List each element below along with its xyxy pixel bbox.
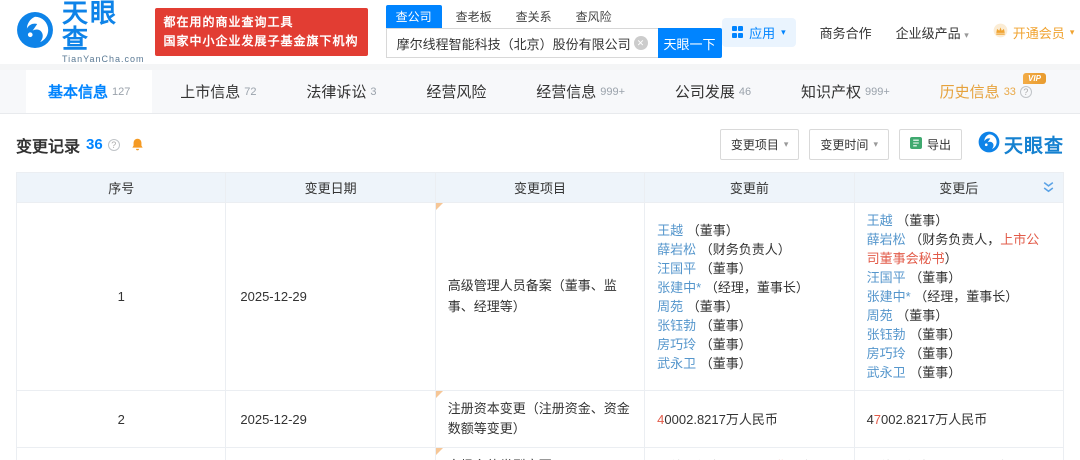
export-excel-icon	[910, 137, 922, 152]
person-link[interactable]: 张建中*	[867, 289, 911, 304]
table-row: 32025-12-29市场主体类型变更其他股份有限公司（非上市）其他股份有限公司…	[17, 448, 1064, 460]
person-link[interactable]: 房巧玲	[867, 346, 906, 361]
apps-grid-icon	[732, 26, 744, 38]
change-before: 王越 （董事）薛岩松 （财务负责人）汪国平 （董事）张建中* （经理，董事长）周…	[645, 203, 854, 391]
person-link[interactable]: 房巧玲	[657, 337, 696, 352]
change-item: 注册资本变更（注册资金、资金数额等变更）	[435, 391, 644, 448]
crown-icon	[993, 23, 1008, 41]
change-date: 2025-12-29	[226, 391, 435, 448]
tab-上市信息[interactable]: 上市信息72	[158, 70, 278, 113]
change-after: 47002.8217万人民币	[854, 391, 1063, 448]
person-link[interactable]: 王越	[867, 213, 893, 228]
person-link[interactable]: 薛岩松	[867, 232, 906, 247]
search-category-tabs: 查公司查老板查关系查风险	[386, 6, 722, 28]
logo-subtitle: TianYanCha.com	[62, 55, 145, 64]
filter-change-item-button[interactable]: 变更项目 ▾	[720, 129, 800, 160]
change-records-table: 序号变更日期变更项目变更前变更后 12025-12-29高级管理人员备案（董事、…	[16, 172, 1064, 460]
clear-icon[interactable]: ✕	[634, 36, 648, 50]
change-records-panel: 变更记录 36 ? 变更项目 ▾ 变更时间 ▾ 导出	[0, 114, 1080, 460]
tab-知识产权[interactable]: 知识产权999+	[779, 70, 912, 113]
help-icon[interactable]: ?	[108, 139, 120, 151]
filter-change-time-button[interactable]: 变更时间 ▾	[809, 129, 889, 160]
row-index: 2	[17, 391, 226, 448]
change-before: 其他股份有限公司（非上市）	[645, 448, 854, 460]
search-tab-0[interactable]: 查公司	[386, 5, 442, 28]
chevron-down-icon: ▾	[1070, 27, 1075, 38]
search-tab-2[interactable]: 查关系	[506, 5, 562, 28]
search-tab-3[interactable]: 查风险	[566, 5, 622, 28]
nav-apps[interactable]: 应用 ▾	[722, 18, 796, 47]
top-nav: 应用 ▾ 商务合作 企业级产品 ▾ 开通会员 ▾ 费米 ▾	[722, 18, 1080, 47]
col-header: 变更前	[645, 173, 854, 203]
person-link[interactable]: 武永卫	[867, 365, 906, 380]
help-icon: ?	[1020, 86, 1032, 98]
tab-历史信息[interactable]: 历史信息33?VIP	[918, 70, 1054, 113]
tab-经营信息[interactable]: 经营信息999+	[514, 70, 647, 113]
search-input[interactable]	[386, 28, 658, 58]
tab-公司发展[interactable]: 公司发展46	[653, 70, 773, 113]
person-link[interactable]: 张钰勃	[867, 327, 906, 342]
watermark-logo: 天眼查	[978, 131, 1064, 158]
search-tab-1[interactable]: 查老板	[446, 5, 502, 28]
person-link[interactable]: 汪国平	[867, 270, 906, 285]
chevron-down-icon: ▾	[784, 139, 789, 150]
tab-经营风险[interactable]: 经营风险	[404, 70, 508, 113]
col-header: 序号	[17, 173, 226, 203]
person-link[interactable]: 汪国平	[657, 261, 696, 276]
change-date: 2025-12-29	[226, 448, 435, 460]
vip-badge: VIP	[1023, 73, 1046, 84]
person-link[interactable]: 张建中*	[657, 280, 701, 295]
person-link[interactable]: 王越	[657, 223, 683, 238]
row-index: 1	[17, 203, 226, 391]
tianyancha-watermark-icon	[978, 131, 1000, 158]
search-module: 查公司查老板查关系查风险 ✕ 天眼一下	[386, 6, 722, 58]
table-header-row: 序号变更日期变更项目变更前变更后	[17, 173, 1064, 203]
subscribe-bell-icon[interactable]	[130, 137, 145, 152]
company-section-tabs: 基本信息127上市信息72法律诉讼3经营风险经营信息999+公司发展46知识产权…	[0, 70, 1080, 114]
section-header: 变更记录 36 ? 变更项目 ▾ 变更时间 ▾ 导出	[16, 114, 1064, 172]
person-link[interactable]: 张钰勃	[657, 318, 696, 333]
nav-business-cooperation[interactable]: 商务合作	[820, 23, 872, 42]
tab-基本信息[interactable]: 基本信息127	[26, 70, 152, 113]
col-header: 变更后	[854, 173, 1063, 203]
col-header: 变更日期	[226, 173, 435, 203]
person-link[interactable]: 周苑	[867, 308, 893, 323]
search-button[interactable]: 天眼一下	[658, 28, 722, 58]
export-button[interactable]: 导出	[899, 129, 962, 160]
section-title: 变更记录	[16, 133, 80, 157]
table-row: 12025-12-29高级管理人员备案（董事、监事、经理等）王越 （董事）薛岩松…	[17, 203, 1064, 391]
tianyancha-logo-icon	[16, 11, 54, 54]
change-before: 40002.8217万人民币	[645, 391, 854, 448]
tianyancha-logo[interactable]: 天眼查 TianYanCha.com	[16, 0, 145, 64]
table-row: 22025-12-29注册资本变更（注册资金、资金数额等变更）40002.821…	[17, 391, 1064, 448]
logo-title: 天眼查	[62, 0, 145, 52]
collapse-double-chevron-icon[interactable]	[1042, 181, 1055, 197]
tab-法律诉讼[interactable]: 法律诉讼3	[284, 70, 398, 113]
chevron-down-icon: ▾	[964, 30, 969, 40]
section-count: 36	[86, 136, 103, 153]
chevron-down-icon: ▾	[873, 139, 878, 150]
nav-open-vip[interactable]: 开通会员 ▾	[993, 23, 1075, 42]
nav-enterprise-products[interactable]: 企业级产品 ▾	[896, 23, 969, 42]
row-index: 3	[17, 448, 226, 460]
person-link[interactable]: 武永卫	[657, 356, 696, 371]
change-after: 其他股份有限公司（上市）	[854, 448, 1063, 460]
change-date: 2025-12-29	[226, 203, 435, 391]
change-after: 王越 （董事）薛岩松 （财务负责人，上市公司董事会秘书）汪国平 （董事）张建中*…	[854, 203, 1063, 391]
person-link[interactable]: 周苑	[657, 299, 683, 314]
top-header: 天眼查 TianYanCha.com 都在用的商业查询工具 国家中小企业发展子基…	[0, 0, 1080, 64]
person-link[interactable]: 薛岩松	[657, 242, 696, 257]
change-item: 高级管理人员备案（董事、监事、经理等）	[435, 203, 644, 391]
brand-tagline: 都在用的商业查询工具 国家中小企业发展子基金旗下机构	[155, 8, 368, 55]
change-item: 市场主体类型变更	[435, 448, 644, 460]
col-header: 变更项目	[435, 173, 644, 203]
diff-highlight: 7	[874, 412, 881, 427]
